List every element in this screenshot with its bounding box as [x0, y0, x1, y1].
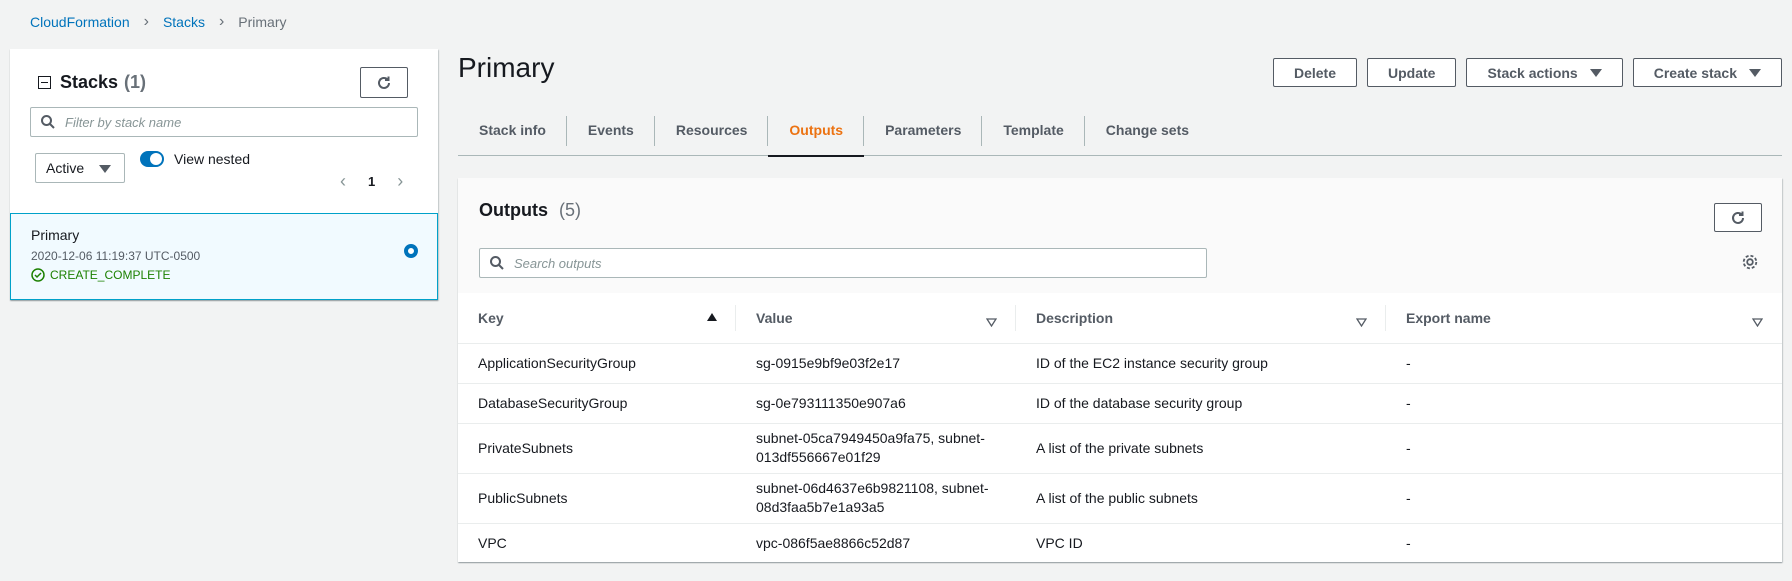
- cell-description: ID of the database security group: [1016, 383, 1386, 424]
- stack-list-item[interactable]: Primary 2020-12-06 11:19:37 UTC-0500 CRE…: [10, 213, 438, 300]
- cell-key: ApplicationSecurityGroup: [458, 343, 736, 384]
- stack-filter-input-wrap: [30, 107, 418, 137]
- outputs-count: (5): [559, 200, 582, 220]
- table-row: DatabaseSecurityGroup sg-0e793111350e907…: [458, 383, 1782, 424]
- outputs-table: Key Value Description Export name Applic…: [458, 293, 1782, 563]
- create-stack-label: Create stack: [1653, 64, 1737, 81]
- cell-description: VPC ID: [1036, 534, 1083, 551]
- check-circle-icon: [31, 268, 45, 282]
- sort-icon: [1751, 314, 1764, 330]
- tab-events[interactable]: Events: [567, 104, 655, 156]
- outputs-panel: Outputs (5) Key Value Description Export…: [458, 178, 1782, 562]
- table-row: ApplicationSecurityGroup sg-0915e9bf9e03…: [458, 343, 1782, 384]
- update-button[interactable]: Update: [1367, 58, 1457, 87]
- cell-export-name: -: [1386, 383, 1782, 424]
- caret-down-icon: [99, 165, 111, 173]
- outputs-search-wrap: [479, 248, 1207, 278]
- caret-down-icon: [1749, 68, 1761, 77]
- sort-icon: [985, 314, 998, 330]
- stack-actions-label: Stack actions: [1487, 64, 1578, 81]
- outputs-title: Outputs (5): [479, 200, 581, 221]
- outputs-refresh-button[interactable]: [1714, 203, 1762, 232]
- cell-export-name: -: [1406, 534, 1411, 551]
- create-stack-button[interactable]: Create stack: [1632, 58, 1782, 87]
- view-nested-toggle-wrap: View nested: [140, 151, 250, 167]
- stack-date: 2020-12-06 11:19:37 UTC-0500: [31, 249, 201, 263]
- gear-icon[interactable]: [1741, 253, 1759, 271]
- status-filter-value: Active: [46, 160, 85, 176]
- stacks-title: Stacks: [60, 72, 119, 92]
- outputs-panel-header: Outputs (5): [458, 178, 1782, 293]
- table-row: VPC vpc-086f5ae8866c52d87 VPC ID -: [458, 523, 1782, 563]
- breadcrumb-current: Primary: [238, 14, 287, 30]
- cell-key: PrivateSubnets: [458, 423, 736, 474]
- breadcrumb-cloudformation[interactable]: CloudFormation: [30, 14, 130, 30]
- chevron-right-icon: ›: [218, 13, 225, 30]
- chevron-right-icon[interactable]: ›: [397, 171, 403, 192]
- stacks-panel: Stacks (1) Active View nested ‹ 1 › Prim…: [10, 49, 438, 300]
- stacks-refresh-button[interactable]: [360, 67, 408, 98]
- cell-value: sg-0915e9bf9e03f2e17: [736, 343, 1016, 384]
- tab-template[interactable]: Template: [982, 104, 1086, 156]
- tab-parameters[interactable]: Parameters: [864, 104, 983, 156]
- chevron-right-icon: ›: [143, 13, 149, 30]
- refresh-icon: [1732, 211, 1744, 224]
- column-header-export-name[interactable]: Export name: [1386, 293, 1782, 344]
- breadcrumb-stacks[interactable]: Stacks: [163, 14, 205, 30]
- search-icon: [41, 115, 55, 129]
- cell-value: vpc-086f5ae8866c52d87: [756, 534, 911, 551]
- tab-resources[interactable]: Resources: [655, 104, 769, 156]
- stack-status-text: CREATE_COMPLETE: [50, 268, 171, 282]
- cell-export-name: -: [1386, 473, 1782, 524]
- refresh-icon: [378, 76, 390, 89]
- collapse-icon[interactable]: [38, 76, 51, 89]
- search-icon: [490, 256, 504, 270]
- cell-value: sg-0e793111350e907a6: [736, 383, 1016, 424]
- page-number[interactable]: 1: [368, 174, 375, 189]
- status-filter-select[interactable]: Active: [35, 153, 125, 183]
- stack-filter-input[interactable]: [65, 114, 417, 130]
- cell-key: VPC: [478, 534, 507, 551]
- cell-value: subnet-06d4637e6b9821108, subnet-08d3faa…: [736, 473, 1016, 524]
- table-row: PrivateSubnets subnet-05ca7949450a9fa75,…: [458, 423, 1782, 474]
- outputs-title-text: Outputs: [479, 200, 548, 220]
- stack-select-radio[interactable]: [404, 244, 418, 258]
- cell-export-name: -: [1386, 343, 1782, 384]
- cell-export-name: -: [1386, 423, 1782, 474]
- column-header-description[interactable]: Description: [1016, 293, 1386, 344]
- stack-status: CREATE_COMPLETE: [31, 268, 170, 282]
- stacks-count: (1): [124, 72, 147, 92]
- caret-down-icon: [1589, 68, 1602, 77]
- view-nested-label: View nested: [174, 151, 251, 167]
- stack-tabs: Stack info Events Resources Outputs Para…: [458, 104, 1782, 157]
- breadcrumb: CloudFormation › Stacks › Primary: [30, 13, 287, 31]
- delete-button[interactable]: Delete: [1272, 58, 1357, 87]
- cell-description: A list of the public subnets: [1016, 473, 1386, 524]
- tab-stack-info[interactable]: Stack info: [458, 104, 567, 156]
- column-header-value[interactable]: Value: [736, 293, 1016, 344]
- tab-outputs[interactable]: Outputs: [768, 104, 864, 157]
- outputs-search-input[interactable]: [514, 255, 1206, 271]
- sort-ascending-icon: [707, 313, 717, 321]
- view-nested-toggle[interactable]: [140, 151, 164, 167]
- chevron-left-icon[interactable]: ‹: [340, 171, 346, 192]
- stack-name: Primary: [31, 227, 80, 243]
- column-header-key[interactable]: Key: [458, 293, 736, 344]
- sort-icon: [1355, 314, 1368, 330]
- stack-actions-toolbar: Delete Update Stack actions Create stack: [1263, 58, 1782, 87]
- page-title: Primary: [458, 52, 555, 83]
- tab-change-sets[interactable]: Change sets: [1085, 104, 1210, 156]
- cell-key: DatabaseSecurityGroup: [458, 383, 736, 424]
- cell-value: subnet-05ca7949450a9fa75, subnet-013df55…: [736, 423, 1016, 474]
- cell-description: A list of the private subnets: [1016, 423, 1386, 474]
- cell-description: ID of the EC2 instance security group: [1016, 343, 1386, 384]
- stacks-panel-header: Stacks (1): [38, 72, 146, 93]
- stack-actions-button[interactable]: Stack actions: [1466, 58, 1623, 87]
- table-row: PublicSubnets subnet-06d4637e6b9821108, …: [458, 473, 1782, 524]
- cell-key: PublicSubnets: [458, 473, 736, 524]
- pagination: ‹ 1 ›: [340, 171, 403, 192]
